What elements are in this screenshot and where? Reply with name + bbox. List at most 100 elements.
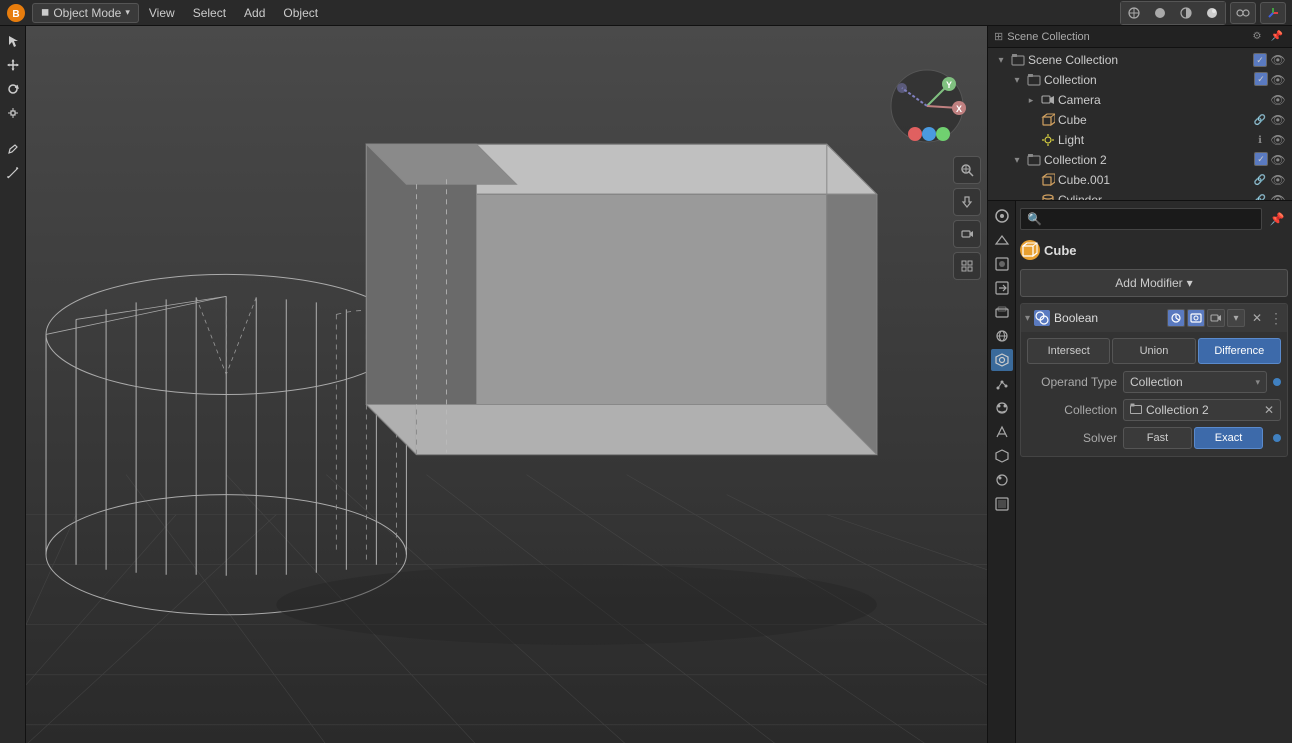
- props-scene[interactable]: [991, 229, 1013, 251]
- op-intersect-btn[interactable]: Intersect: [1027, 338, 1110, 364]
- collection2-checkbox[interactable]: ✓: [1254, 152, 1268, 166]
- mode-dropdown[interactable]: ◼ Object Mode ▾: [32, 3, 139, 23]
- tree-row-collection[interactable]: ▾ Collection ✓ 👁: [988, 70, 1292, 90]
- blender-logo: B: [6, 3, 26, 23]
- outliner-panel: ⊞ Scene Collection ⚙ 📌 ▾ Scene Collectio…: [988, 26, 1292, 201]
- cube-eye[interactable]: 👁: [1270, 112, 1286, 128]
- tree-row-light[interactable]: Light ℹ 👁: [988, 130, 1292, 150]
- solver-exact-btn[interactable]: Exact: [1194, 427, 1263, 449]
- left-sidebar: [0, 26, 26, 743]
- props-constraints[interactable]: [991, 421, 1013, 443]
- viewport-shading-render[interactable]: [1199, 2, 1225, 24]
- collection-field[interactable]: Collection 2 ✕: [1123, 399, 1281, 421]
- tree-label-camera: Camera: [1058, 93, 1268, 107]
- modifier-search-input[interactable]: [1020, 208, 1262, 230]
- tree-row-cube001[interactable]: Cube.001 🔗 👁: [988, 170, 1292, 190]
- solver-dot[interactable]: [1273, 434, 1281, 442]
- viewport-shading-solid[interactable]: [1147, 2, 1173, 24]
- op-difference-btn[interactable]: Difference: [1198, 338, 1281, 364]
- viewport-shading-wire[interactable]: [1121, 2, 1147, 24]
- gizmo-btn[interactable]: [1260, 2, 1286, 24]
- viewport[interactable]: User Perspective (1) Collection 2 | Cube: [26, 26, 987, 743]
- viewport-grab-btn[interactable]: [953, 188, 981, 216]
- props-object[interactable]: [991, 493, 1013, 515]
- modifier-close-btn[interactable]: ✕: [1249, 310, 1265, 326]
- props-object-data[interactable]: [991, 445, 1013, 467]
- modifier-more-btn[interactable]: ⋮: [1269, 310, 1283, 327]
- mod-camera-icon[interactable]: [1207, 309, 1225, 327]
- tool-rotate[interactable]: [2, 78, 24, 100]
- tree-label-light: Light: [1058, 133, 1250, 147]
- op-union-btn[interactable]: Union: [1112, 338, 1195, 364]
- tree-label-scene-collection: Scene Collection: [1028, 53, 1250, 67]
- scene-collection-eye[interactable]: 👁: [1270, 52, 1286, 68]
- collection-field-close[interactable]: ✕: [1264, 403, 1274, 417]
- svg-text:B: B: [12, 9, 19, 20]
- collection-eye[interactable]: 👁: [1270, 72, 1286, 88]
- tree-arrow-light: [1024, 133, 1038, 147]
- tree-row-cylinder[interactable]: Cylinder 🔗 👁: [988, 190, 1292, 201]
- menu-add[interactable]: Add: [236, 4, 273, 22]
- props-particles[interactable]: [991, 373, 1013, 395]
- props-material[interactable]: [991, 469, 1013, 491]
- modifier-card-arrow: ▾: [1025, 313, 1030, 324]
- viewport-camera-btn[interactable]: [953, 220, 981, 248]
- operand-type-value[interactable]: Collection ▾: [1123, 371, 1267, 393]
- menu-object[interactable]: Object: [275, 4, 326, 22]
- tool-cursor[interactable]: [2, 30, 24, 52]
- cube001-eye[interactable]: 👁: [1270, 172, 1286, 188]
- overlays-btn[interactable]: [1230, 2, 1256, 24]
- tree-row-collection2[interactable]: ▾ Collection 2 ✓ 👁: [988, 150, 1292, 170]
- props-modifier[interactable]: [991, 349, 1013, 371]
- object-name-row: Cube: [1020, 237, 1288, 263]
- modifier-card-icon: [1034, 310, 1050, 326]
- mod-dropdown-icon[interactable]: ▾: [1227, 309, 1245, 327]
- props-active-tools[interactable]: [991, 205, 1013, 227]
- operand-type-dot[interactable]: [1273, 378, 1281, 386]
- props-output[interactable]: [991, 277, 1013, 299]
- viewport-grid-btn[interactable]: [953, 252, 981, 280]
- props-physics[interactable]: [991, 397, 1013, 419]
- modifier-pin-btn[interactable]: 📌: [1266, 208, 1288, 230]
- cylinder-eye[interactable]: 👁: [1270, 192, 1286, 201]
- modifier-card-header[interactable]: ▾ Boolean: [1021, 304, 1287, 332]
- scene-collection-checkbox[interactable]: ✓: [1252, 52, 1268, 68]
- collection2-eye[interactable]: 👁: [1270, 152, 1286, 168]
- props-view-layer[interactable]: [991, 301, 1013, 323]
- mod-realtime-icon[interactable]: [1167, 309, 1185, 327]
- operand-type-label: Operand Type: [1027, 375, 1117, 389]
- tree-icon-scene-collection: [1010, 52, 1026, 68]
- mod-render-icon[interactable]: [1187, 309, 1205, 327]
- tool-move[interactable]: [2, 54, 24, 76]
- right-panels: ⊞ Scene Collection ⚙ 📌 ▾ Scene Collectio…: [987, 26, 1292, 743]
- props-content: 📌 Cube Add Modifier ▾ ▾: [1016, 201, 1292, 743]
- tool-measure[interactable]: [2, 162, 24, 184]
- tree-row-cube[interactable]: Cube 🔗 👁: [988, 110, 1292, 130]
- viewport-zoom-btn[interactable]: [953, 156, 981, 184]
- properties-panel: 📌 Cube Add Modifier ▾ ▾: [988, 201, 1292, 743]
- boolean-modifier-card: ▾ Boolean: [1020, 303, 1288, 457]
- tree-row-scene-collection[interactable]: ▾ Scene Collection ✓ 👁: [988, 50, 1292, 70]
- outliner-header: ⊞ Scene Collection ⚙ 📌: [988, 26, 1292, 48]
- props-render[interactable]: [991, 253, 1013, 275]
- props-world[interactable]: [991, 325, 1013, 347]
- operand-type-text: Collection: [1130, 375, 1183, 389]
- svg-text:X: X: [956, 104, 962, 114]
- viewport-shading-lookdev[interactable]: [1173, 2, 1199, 24]
- light-eye[interactable]: 👁: [1270, 132, 1286, 148]
- collection-checkbox[interactable]: ✓: [1254, 72, 1268, 86]
- navigation-gizmo[interactable]: Y X: [887, 66, 967, 146]
- add-modifier-btn[interactable]: Add Modifier ▾: [1020, 269, 1288, 297]
- menu-view[interactable]: View: [141, 4, 183, 22]
- tool-scale[interactable]: [2, 102, 24, 124]
- scene-collection-check[interactable]: ✓: [1253, 53, 1267, 67]
- solver-fast-btn[interactable]: Fast: [1123, 427, 1192, 449]
- mode-icon: ◼: [41, 7, 49, 18]
- outliner-pin-icon[interactable]: 📌: [1268, 28, 1286, 46]
- camera-eye[interactable]: 👁: [1270, 92, 1286, 108]
- menu-select[interactable]: Select: [185, 4, 234, 22]
- outliner-filter-icon[interactable]: ⚙: [1248, 28, 1266, 46]
- outliner-header-icons: ⚙ 📌: [1248, 28, 1286, 46]
- tool-annotate[interactable]: [2, 138, 24, 160]
- tree-row-camera[interactable]: ▸ Camera 👁: [988, 90, 1292, 110]
